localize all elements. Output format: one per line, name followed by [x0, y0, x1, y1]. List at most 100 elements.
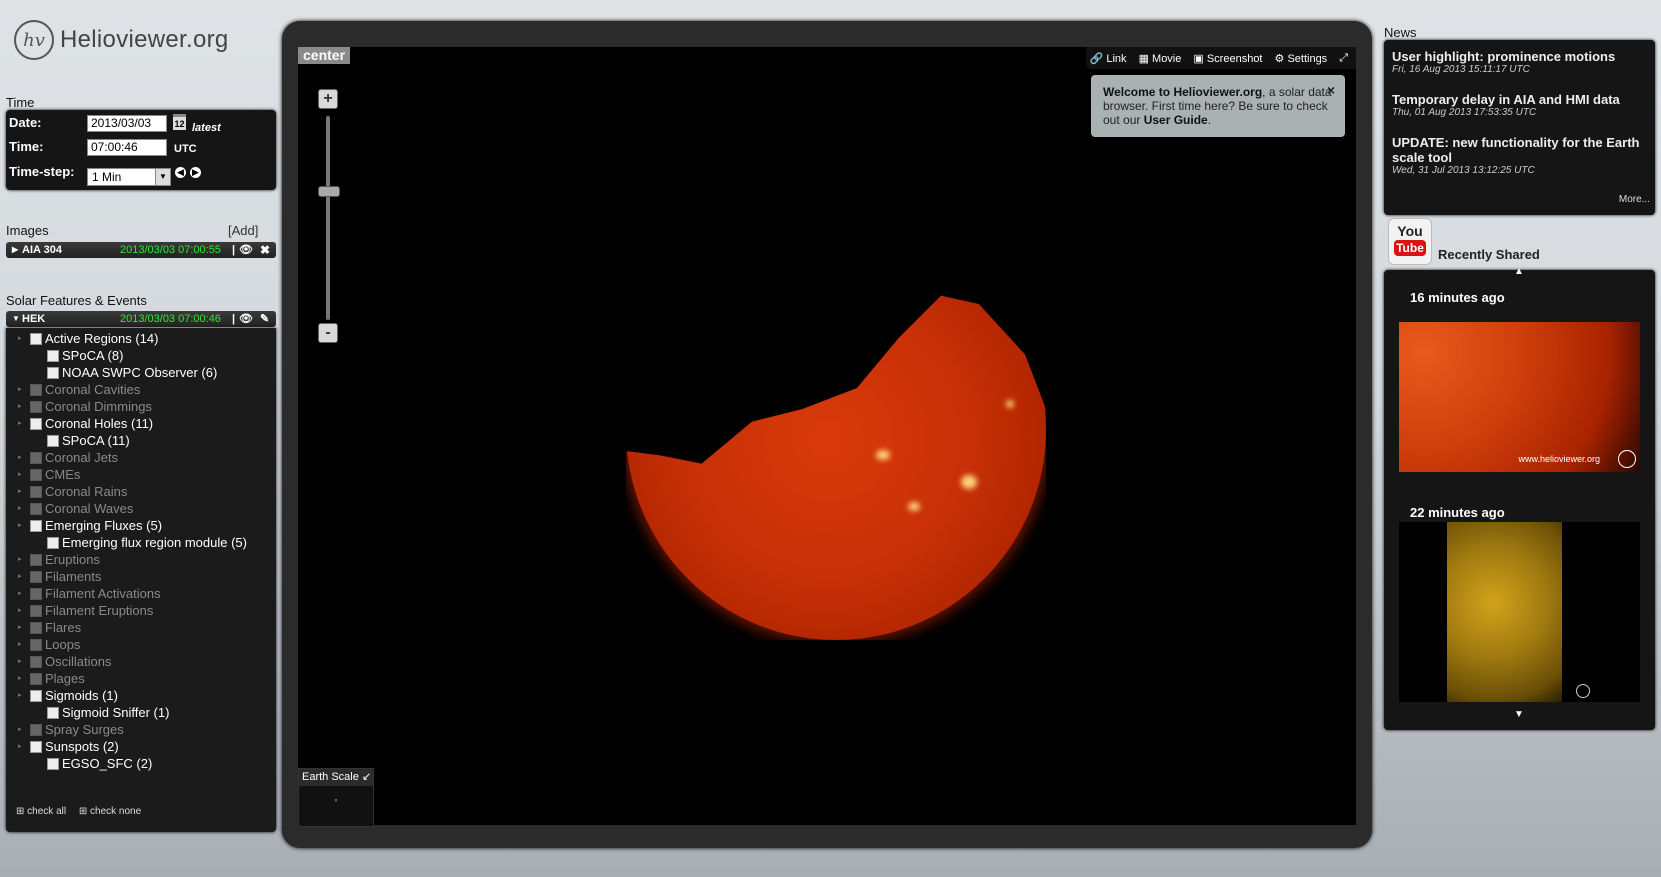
video-thumbnail[interactable]: www.helioviewer.org	[1399, 322, 1640, 472]
feature-checkbox[interactable]	[30, 656, 42, 668]
feature-checkbox[interactable]	[30, 333, 42, 345]
news-item[interactable]: Temporary delay in AIA and HMI data Thu, …	[1392, 92, 1647, 118]
feature-checkbox[interactable]	[30, 554, 42, 566]
zoom-slider-handle[interactable]	[318, 186, 340, 197]
feature-tree-item[interactable]: ▸ Flares	[6, 619, 276, 637]
feature-tree-item[interactable]: ▸ Coronal Dimmings	[6, 398, 276, 416]
latest-link[interactable]: latest	[192, 122, 221, 134]
zoom-in-button[interactable]: +	[318, 89, 338, 109]
step-forward-icon[interactable]: ▶	[190, 167, 201, 178]
logo[interactable]: hv Helioviewer.org	[14, 20, 229, 60]
feature-checkbox[interactable]	[47, 367, 59, 379]
settings-button[interactable]: ⚙ Settings	[1275, 52, 1328, 65]
center-button[interactable]: center	[298, 47, 351, 64]
check-all-link[interactable]: ⊞ check all	[16, 806, 66, 817]
expand-triangle-icon[interactable]: ▸	[18, 619, 22, 637]
screenshot-button[interactable]: ▣ Screenshot	[1193, 52, 1262, 65]
feature-tree-item[interactable]: ▸ Coronal Jets	[6, 449, 276, 467]
news-item[interactable]: User highlight: prominence motions Fri, 1…	[1392, 49, 1647, 75]
feature-checkbox[interactable]	[30, 588, 42, 600]
expand-triangle-icon[interactable]: ▸	[18, 517, 22, 535]
feature-tree-item[interactable]: ▸ Coronal Cavities	[6, 381, 276, 399]
expand-triangle-icon[interactable]: ▸	[18, 449, 22, 467]
expand-triangle-icon[interactable]: ▸	[18, 721, 22, 739]
feature-checkbox[interactable]	[30, 690, 42, 702]
feature-checkbox[interactable]	[30, 486, 42, 498]
feature-tree-item[interactable]: ▸ Emerging Fluxes (5)	[6, 517, 276, 535]
zoom-out-button[interactable]: -	[318, 323, 338, 343]
earth-scale-widget[interactable]: Earth Scale ↙ °	[298, 768, 374, 827]
date-input[interactable]: 2013/03/03	[87, 115, 167, 132]
feature-tree-item[interactable]: ▸ Sigmoids (1)	[6, 687, 276, 705]
feature-tree-item[interactable]: ▸ Filaments	[6, 568, 276, 586]
feature-tree-item[interactable]: NOAA SWPC Observer (6)	[6, 364, 276, 382]
feature-tree-item[interactable]: ▸ Filament Eruptions	[6, 602, 276, 620]
feature-checkbox[interactable]	[47, 435, 59, 447]
image-layer-row[interactable]: ▶ AIA 304 2013/03/03 07:00:55 | 👁 ✖	[6, 242, 276, 258]
feature-tree-item[interactable]: ▸ Coronal Waves	[6, 500, 276, 518]
collapse-triangle-icon[interactable]: ▼	[12, 311, 20, 327]
feature-checkbox[interactable]	[30, 622, 42, 634]
user-guide-link[interactable]: User Guide	[1144, 113, 1208, 127]
video-thumbnail[interactable]	[1399, 522, 1640, 702]
expand-triangle-icon[interactable]: ▸	[18, 330, 22, 348]
zoom-slider-track[interactable]	[326, 116, 330, 320]
expand-triangle-icon[interactable]: ▸	[18, 687, 22, 705]
expand-triangle-icon[interactable]: ▸	[18, 398, 22, 416]
feature-tree-item[interactable]: ▸ Active Regions (14)	[6, 330, 276, 348]
feature-checkbox[interactable]	[47, 758, 59, 770]
expand-triangle-icon[interactable]: ▸	[18, 500, 22, 518]
expand-triangle-icon[interactable]: ▸	[18, 636, 22, 654]
expand-triangle-icon[interactable]: ▸	[18, 381, 22, 399]
expand-triangle-icon[interactable]: ▸	[18, 738, 22, 756]
tag-icon[interactable]: ✎	[260, 311, 269, 327]
feature-checkbox[interactable]	[30, 503, 42, 515]
link-button[interactable]: 🔗 Link	[1090, 52, 1127, 65]
feature-checkbox[interactable]	[30, 452, 42, 464]
eye-icon[interactable]: 👁	[239, 311, 253, 327]
feature-tree-item[interactable]: ▸ Coronal Holes (11)	[6, 415, 276, 433]
news-more-link[interactable]: More...	[1619, 194, 1650, 205]
feature-checkbox[interactable]	[30, 520, 42, 532]
feature-tree-item[interactable]: ▸ Plages	[6, 670, 276, 688]
feature-checkbox[interactable]	[30, 384, 42, 396]
expand-triangle-icon[interactable]: ▶	[12, 242, 18, 258]
feature-checkbox[interactable]	[47, 707, 59, 719]
feature-checkbox[interactable]	[30, 724, 42, 736]
expand-triangle-icon[interactable]: ▸	[18, 568, 22, 586]
expand-triangle-icon[interactable]: ▸	[18, 670, 22, 688]
feature-checkbox[interactable]	[30, 741, 42, 753]
movie-button[interactable]: ▦ Movie	[1139, 52, 1182, 65]
feature-checkbox[interactable]	[30, 639, 42, 651]
close-icon[interactable]: ✖	[260, 242, 270, 258]
feature-tree-item[interactable]: ▸ Loops	[6, 636, 276, 654]
calendar-icon[interactable]: 12	[173, 114, 186, 130]
feature-tree-item[interactable]: Emerging flux region module (5)	[6, 534, 276, 552]
feature-checkbox[interactable]	[30, 469, 42, 481]
hek-layer-row[interactable]: ▼ HEK 2013/03/03 07:00:46 | 👁 ✎	[6, 311, 276, 327]
feature-checkbox[interactable]	[30, 401, 42, 413]
expand-triangle-icon[interactable]: ▸	[18, 415, 22, 433]
feature-tree-item[interactable]: SPoCA (8)	[6, 347, 276, 365]
scroll-down-icon[interactable]: ▼	[1514, 709, 1524, 720]
expand-triangle-icon[interactable]: ▸	[18, 585, 22, 603]
feature-tree-item[interactable]: ▸ Filament Activations	[6, 585, 276, 603]
feature-tree-item[interactable]: ▸ Oscillations	[6, 653, 276, 671]
feature-checkbox[interactable]	[47, 537, 59, 549]
feature-checkbox[interactable]	[30, 571, 42, 583]
feature-tree-item[interactable]: ▸ Sunspots (2)	[6, 738, 276, 756]
feature-tree-item[interactable]: ▸ Spray Surges	[6, 721, 276, 739]
feature-checkbox[interactable]	[30, 673, 42, 685]
feature-checkbox[interactable]	[47, 350, 59, 362]
news-item[interactable]: UPDATE: new functionality for the Earth …	[1392, 135, 1647, 176]
arrow-icon[interactable]: ↙	[362, 771, 371, 783]
feature-tree-item[interactable]: SPoCA (11)	[6, 432, 276, 450]
check-none-link[interactable]: ⊞ check none	[79, 806, 141, 817]
eye-icon[interactable]: 👁	[239, 242, 253, 258]
feature-tree-item[interactable]: EGSO_SFC (2)	[6, 755, 276, 773]
feature-checkbox[interactable]	[30, 418, 42, 430]
close-icon[interactable]: ×	[1327, 83, 1335, 97]
fullscreen-icon[interactable]: ⤢	[1339, 52, 1348, 65]
youtube-logo[interactable]: You Tube	[1388, 218, 1432, 265]
feature-tree-item[interactable]: ▸ Coronal Rains	[6, 483, 276, 501]
